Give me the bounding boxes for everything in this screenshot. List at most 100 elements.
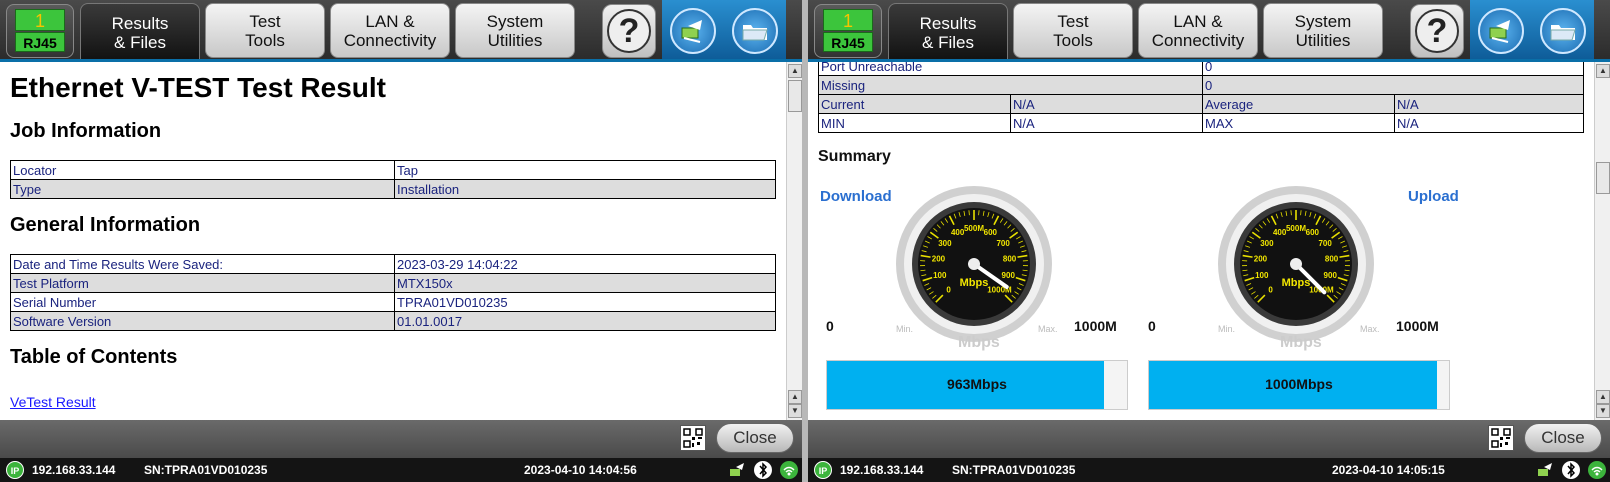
upload-gauge-tick-label: 600 bbox=[1306, 228, 1320, 237]
table-cell: Serial Number bbox=[10, 292, 395, 312]
tab-system-utilities[interactable]: System Utilities bbox=[1263, 3, 1383, 58]
bottom-action-bar: Close bbox=[808, 420, 1610, 458]
download-gauge-tick-label: 300 bbox=[938, 239, 952, 248]
serial-number: SN:TPRA01VD010235 bbox=[144, 463, 268, 477]
upload-scale-min: 0 bbox=[1148, 318, 1156, 334]
download-gauge-tick-label: 400 bbox=[951, 228, 965, 237]
upload-gauge-tick-label: 500M bbox=[1286, 224, 1306, 233]
table-cell: TPRA01VD010235 bbox=[394, 292, 776, 312]
report-title: Ethernet V-TEST Test Result bbox=[10, 72, 386, 103]
ip-address: 192.168.33.144 bbox=[840, 463, 924, 477]
table-row: Software Version 01.01.0017 bbox=[10, 311, 776, 331]
toc-link-vetest-result[interactable]: VeTest Result bbox=[10, 394, 96, 410]
scroll-down-icon[interactable]: ▼ bbox=[1596, 404, 1610, 418]
screen-results-report: 1 RJ45 Results & Files Test Tools LAN & … bbox=[0, 0, 802, 482]
download-max-label: Max. bbox=[1038, 324, 1058, 334]
network-wizard-icon bbox=[670, 8, 716, 54]
help-button[interactable]: ? bbox=[1410, 4, 1464, 58]
upload-gauge-tick-label: 300 bbox=[1260, 239, 1274, 248]
help-button[interactable]: ? bbox=[602, 4, 656, 58]
download-gauge-tick-label: 700 bbox=[996, 239, 1010, 248]
table-cell: Average bbox=[1202, 94, 1395, 114]
network-wizard-button[interactable] bbox=[1470, 0, 1532, 62]
upload-gauge-tick-label: 100 bbox=[1255, 271, 1269, 280]
top-toolbar: 1 RJ45 Results & Files Test Tools LAN & … bbox=[0, 0, 802, 62]
scroll-down-icon[interactable]: ▼ bbox=[788, 404, 802, 418]
table-cell: N/A bbox=[1010, 94, 1203, 114]
datetime: 2023-04-10 14:04:56 bbox=[524, 463, 637, 477]
download-gauge-hub bbox=[968, 258, 980, 270]
file-browser-button[interactable] bbox=[1532, 0, 1594, 62]
qr-code-button[interactable] bbox=[680, 425, 706, 451]
download-value: 963Mbps bbox=[947, 376, 1007, 392]
download-unit-label: Mbps bbox=[958, 334, 1000, 351]
qr-code-button[interactable] bbox=[1488, 425, 1514, 451]
table-row: Date and Time Results Were Saved: 2023-03… bbox=[10, 254, 776, 274]
port-indicator-rj45[interactable]: 1 RJ45 bbox=[6, 4, 74, 58]
qr-code-icon bbox=[683, 428, 703, 448]
table-row: Port Unreachable 0 bbox=[818, 62, 1584, 76]
port-indicator-rj45[interactable]: 1 RJ45 bbox=[814, 4, 882, 58]
report-content[interactable]: Ethernet V-TEST Test Result Job Informat… bbox=[0, 62, 786, 420]
download-gauge-unit: Mbps bbox=[960, 277, 989, 289]
screen-results-summary: 1 RJ45 Results & Files Test Tools LAN & … bbox=[808, 0, 1610, 482]
summary-content[interactable]: Port Unreachable 0 Missing 0 Current N/A Ave… bbox=[808, 62, 1594, 420]
help-icon: ? bbox=[607, 9, 651, 53]
network-status-icon bbox=[1536, 461, 1554, 479]
wifi-icon bbox=[1588, 461, 1606, 479]
close-button[interactable]: Close bbox=[716, 423, 794, 453]
table-cell: Software Version bbox=[10, 311, 395, 331]
tab-test-tools[interactable]: Test Tools bbox=[1013, 3, 1133, 58]
table-cell: 01.01.0017 bbox=[394, 311, 776, 331]
upload-gauge-hub bbox=[1290, 258, 1302, 270]
scroll-thumb[interactable] bbox=[1596, 162, 1610, 194]
scroll-up-icon[interactable]: ▲ bbox=[788, 390, 802, 404]
table-cell: Installation bbox=[394, 179, 776, 199]
bluetooth-icon bbox=[754, 461, 772, 479]
vertical-scrollbar[interactable]: ▲ ▲ ▼ bbox=[1594, 62, 1610, 420]
upload-label: Upload bbox=[1408, 188, 1459, 205]
tab-results-files[interactable]: Results & Files bbox=[80, 3, 200, 61]
network-wizard-button[interactable] bbox=[662, 0, 724, 62]
tab-results-files[interactable]: Results & Files bbox=[888, 3, 1008, 61]
scroll-up-icon[interactable]: ▲ bbox=[788, 64, 802, 78]
close-button[interactable]: Close bbox=[1524, 423, 1602, 453]
upload-value: 1000Mbps bbox=[1265, 376, 1333, 392]
tab-lan-connectivity[interactable]: LAN & Connectivity bbox=[1138, 3, 1258, 58]
vertical-scrollbar[interactable]: ▲ ▲ ▼ bbox=[786, 62, 802, 420]
download-gauge-tick-label: 500M bbox=[964, 224, 984, 233]
wifi-icon bbox=[780, 461, 798, 479]
upload-gauge-tick-label: 200 bbox=[1254, 254, 1268, 263]
network-status-icon bbox=[728, 461, 746, 479]
tab-test-tools[interactable]: Test Tools bbox=[205, 3, 325, 58]
upload-gauge-tick-label: 800 bbox=[1325, 254, 1339, 263]
general-info-table: Date and Time Results Were Saved: 2023-03… bbox=[10, 254, 776, 331]
table-cell: 0 bbox=[1202, 75, 1584, 95]
bottom-action-bar: Close bbox=[0, 420, 802, 458]
ip-address: 192.168.33.144 bbox=[32, 463, 116, 477]
upload-speed-gauge: 0100200300400500M6007008009001000MMbps bbox=[1218, 186, 1374, 342]
download-gauge-tick-label: 0 bbox=[946, 285, 951, 294]
ip-status-icon[interactable]: IP bbox=[814, 461, 832, 479]
table-cell: Date and Time Results Were Saved: bbox=[10, 254, 395, 274]
file-browser-button[interactable] bbox=[724, 0, 786, 62]
table-row: Test Platform MTX150x bbox=[10, 273, 776, 293]
status-bar: IP 192.168.33.144 SN:TPRA01VD010235 2023… bbox=[0, 458, 802, 482]
table-row: Locator Tap bbox=[10, 160, 776, 180]
scroll-thumb[interactable] bbox=[788, 80, 802, 112]
tab-system-utilities[interactable]: System Utilities bbox=[455, 3, 575, 58]
ip-status-icon[interactable]: IP bbox=[6, 461, 24, 479]
table-row: Serial Number TPRA01VD010235 bbox=[10, 292, 776, 312]
table-row: Type Installation bbox=[10, 179, 776, 199]
scroll-up-icon[interactable]: ▲ bbox=[1596, 390, 1610, 404]
folder-icon bbox=[1540, 8, 1586, 54]
table-cell: N/A bbox=[1010, 113, 1203, 133]
download-gauge-tick-label: 800 bbox=[1003, 254, 1017, 263]
tab-lan-connectivity[interactable]: LAN & Connectivity bbox=[330, 3, 450, 58]
scroll-up-icon[interactable]: ▲ bbox=[1596, 64, 1610, 78]
upload-scale-max: 1000M bbox=[1396, 318, 1439, 334]
network-wizard-icon bbox=[1478, 8, 1524, 54]
summary-heading: Summary bbox=[818, 148, 891, 165]
toc-heading: Table of Contents bbox=[10, 346, 178, 368]
loss-table: Port Unreachable 0 Missing 0 bbox=[818, 62, 1584, 95]
